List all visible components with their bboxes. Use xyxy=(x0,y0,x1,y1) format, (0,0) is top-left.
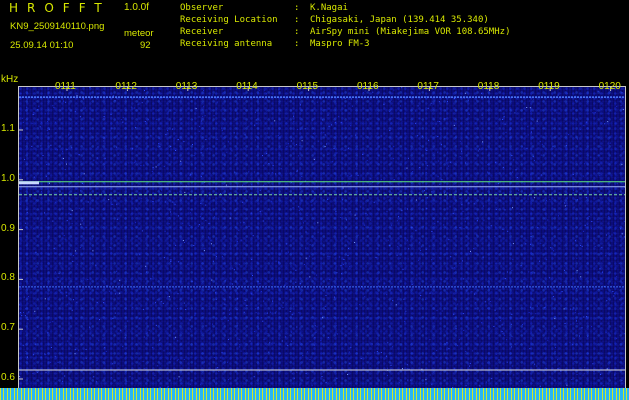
meteor-count: 92 xyxy=(140,40,151,51)
info-value: Maspro FM-3 xyxy=(310,39,370,49)
x-tick-label: 0115 xyxy=(296,81,319,92)
info-antenna: Receiving antenna: Maspro FM-3 xyxy=(180,39,370,49)
x-tick-label: 0120 xyxy=(598,81,621,92)
spectrogram-overlay xyxy=(19,87,625,394)
x-tick-label: 0112 xyxy=(115,81,137,92)
y-tick-label: 0.7 xyxy=(1,322,15,334)
x-tick-label: 0117 xyxy=(417,81,439,92)
info-sep: : xyxy=(294,39,300,49)
header-panel: HROFFT 1.0.0f KN9_2509140110.png 25.09.1… xyxy=(0,0,629,72)
info-key: Observer xyxy=(180,3,224,13)
info-key: Receiving Location xyxy=(180,15,278,25)
y-tick-label: 0.8 xyxy=(1,272,15,284)
info-location: Receiving Location: Chigasaki, Japan (139… xyxy=(180,15,489,25)
y-tick-label: 0.6 xyxy=(1,372,15,383)
info-sep: : xyxy=(294,15,300,25)
version-label: 1.0.0f xyxy=(124,2,150,13)
x-tick-label: 0118 xyxy=(477,81,500,92)
signal-level-spikes xyxy=(0,388,629,400)
meteor-label: meteor xyxy=(124,28,154,39)
info-key: Receiver xyxy=(180,27,224,37)
x-tick-label: 0119 xyxy=(538,81,560,92)
x-tick-label: 0116 xyxy=(357,81,379,92)
info-value: AirSpy mini (Miakejima VOR 108.65MHz) xyxy=(310,27,511,37)
info-key: Receiving antenna xyxy=(180,39,273,49)
signal-burst xyxy=(19,181,39,185)
info-observer: Observer: K.Nagai xyxy=(180,3,348,13)
spectrogram-plot xyxy=(18,86,626,395)
info-receiver: Receiver: AirSpy mini (Miakejima VOR 108.… xyxy=(180,27,510,37)
datetime-label: 25.09.14 01:10 xyxy=(10,40,74,51)
y-tick-label: 0.9 xyxy=(1,222,15,234)
noise-speckles xyxy=(19,87,625,394)
y-axis-label: kHz xyxy=(1,74,19,85)
info-value: K.Nagai xyxy=(310,3,348,13)
x-tick-label: 0111 xyxy=(55,81,76,92)
info-value: Chigasaki, Japan (139.414 35.340) xyxy=(310,15,489,25)
filename-label: KN9_2509140110.png xyxy=(10,21,105,32)
y-tick-label: 1.0 xyxy=(1,172,15,184)
info-sep: : xyxy=(294,3,300,13)
info-sep: : xyxy=(294,27,300,37)
y-tick-label: 1.1 xyxy=(1,123,15,134)
app-title: HROFFT xyxy=(9,1,111,15)
x-tick-label: 0113 xyxy=(175,81,198,92)
x-tick-label: 0114 xyxy=(236,81,258,92)
